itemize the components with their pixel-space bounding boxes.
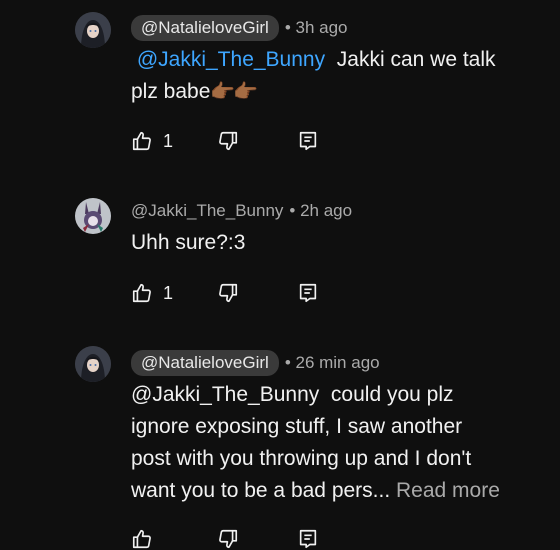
comment-text: Uhh sure?:3: [131, 231, 246, 254]
reply-comment-icon: [299, 131, 317, 151]
author-handle[interactable]: @NatalieloveGirl: [131, 350, 279, 376]
reply-comment-icon: [299, 283, 317, 303]
avatar[interactable]: [75, 198, 111, 234]
thumbs-up-icon: [132, 131, 151, 151]
comment-text: @Jakki_The_Bunny Jakki can we talk plz b…: [131, 44, 531, 108]
like-button[interactable]: [131, 528, 217, 550]
comment-text-last-line: want you to be a bad pers... Read more: [131, 475, 551, 507]
comment-header: @Jakki_The_Bunny • 2h ago: [131, 201, 352, 221]
timestamp[interactable]: • 3h ago: [285, 18, 348, 38]
comment-text-line: post with you throwing up and I don't: [131, 447, 472, 470]
thumbs-down-icon: [219, 283, 238, 303]
comment-text: @Jakki_The_Bunny could you plz ignore ex…: [131, 379, 551, 507]
reply-comment-icon: [299, 529, 317, 549]
thumbs-up-icon: [132, 529, 151, 549]
thumbs-up-icon: [132, 283, 151, 303]
comment-actions: 1: [131, 130, 319, 152]
thumbs-down-icon: [219, 131, 238, 151]
comment-actions: 1: [131, 282, 319, 304]
comment-actions: [131, 528, 319, 550]
reply-button[interactable]: [297, 130, 319, 152]
author-handle[interactable]: @Jakki_The_Bunny: [131, 201, 283, 221]
comment-text-line2: plz babe: [131, 80, 211, 103]
like-count: 1: [163, 282, 174, 303]
timestamp[interactable]: • 2h ago: [289, 201, 352, 221]
mention-link[interactable]: @Jakki_The_Bunny: [137, 48, 325, 71]
comment-header: @NatalieloveGirl • 3h ago: [131, 15, 347, 41]
reply-button[interactable]: [297, 528, 319, 550]
read-more-link[interactable]: Read more: [396, 479, 500, 502]
pointing-emoji: 👉🏾👉🏾: [210, 81, 258, 103]
dislike-button[interactable]: [217, 130, 297, 152]
comment-text-line: @Jakki_The_Bunny could you plz: [131, 383, 454, 406]
avatar[interactable]: [75, 346, 111, 382]
timestamp[interactable]: • 26 min ago: [285, 353, 380, 373]
dislike-button[interactable]: [217, 282, 297, 304]
thumbs-down-icon: [219, 529, 238, 549]
like-button[interactable]: 1: [131, 282, 217, 304]
author-handle[interactable]: @NatalieloveGirl: [131, 15, 279, 41]
comment-text-line1: Jakki can we talk: [336, 48, 496, 71]
dislike-button[interactable]: [217, 528, 297, 550]
comment-header: @NatalieloveGirl • 26 min ago: [131, 350, 380, 376]
reply-button[interactable]: [297, 282, 319, 304]
like-button[interactable]: 1: [131, 130, 217, 152]
avatar[interactable]: [75, 12, 111, 48]
like-count: 1: [163, 130, 174, 151]
comment-text-line: want you to be a bad pers...: [131, 479, 391, 502]
comment-text-line: ignore exposing stuff, I saw another: [131, 415, 463, 438]
